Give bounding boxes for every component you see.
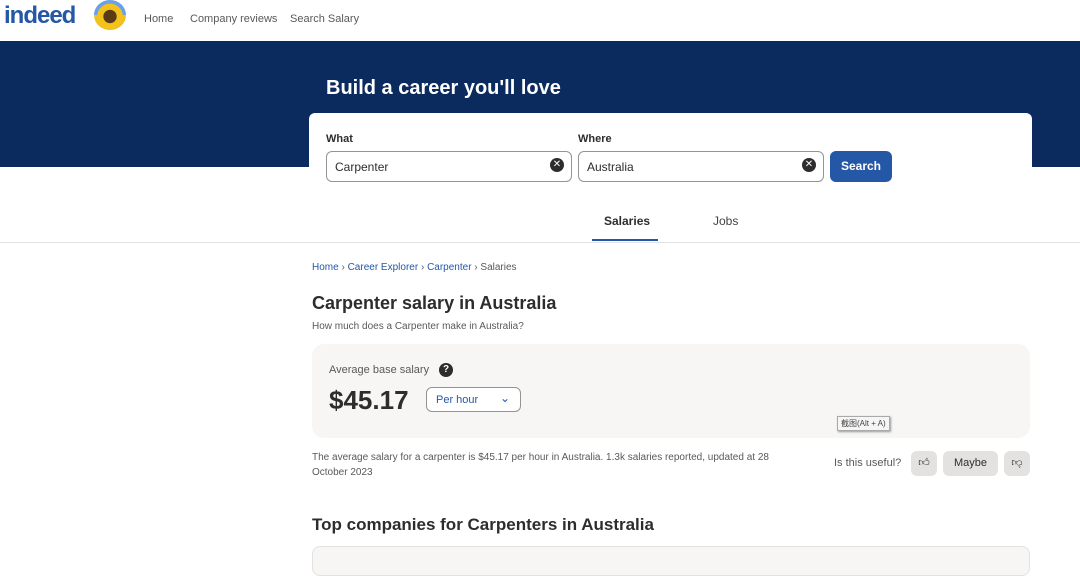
breadcrumb-salaries: Salaries [480, 262, 517, 273]
nav-search-salary[interactable]: Search Salary [290, 13, 359, 25]
divider [0, 242, 1080, 243]
page-subtitle: How much does a Carpenter make in Austra… [312, 321, 524, 332]
help-icon[interactable]: ? [439, 363, 453, 377]
thumbs-down-icon: 👎︎ [1011, 457, 1023, 469]
thumbs-up-button[interactable]: 👍︎ [911, 451, 937, 476]
chevron-down-icon: ⌄ [499, 391, 510, 405]
period-select[interactable]: Per hour ⌄ [426, 387, 521, 412]
breadcrumb-home[interactable]: Home [312, 262, 339, 273]
breadcrumb-career-explorer[interactable]: Career Explorer [348, 262, 419, 273]
hero-title: Build a career you'll love [326, 77, 561, 99]
sunflower-icon [94, 0, 126, 30]
clear-where-icon[interactable]: ✕ [802, 158, 816, 172]
salary-card [312, 344, 1030, 438]
clear-what-icon[interactable]: ✕ [550, 158, 564, 172]
screenshot-tooltip: 截图(Alt + A) [837, 416, 890, 431]
tab-salaries[interactable]: Salaries [604, 214, 650, 228]
where-input[interactable]: Australia [578, 151, 824, 182]
what-label: What [326, 133, 353, 145]
nav-home[interactable]: Home [144, 13, 173, 25]
companies-card [312, 546, 1030, 576]
active-tab-indicator [592, 239, 658, 241]
search-button[interactable]: Search [830, 151, 892, 182]
nav-company-reviews[interactable]: Company reviews [190, 13, 277, 25]
what-input[interactable]: Carpenter [326, 151, 572, 182]
page-title: Carpenter salary in Australia [312, 293, 557, 313]
section-title: Top companies for Carpenters in Australi… [312, 515, 654, 534]
salary-note: The average salary for a carpenter is $4… [312, 452, 769, 478]
where-label: Where [578, 133, 612, 145]
period-value: Per hour [436, 394, 479, 406]
salary-amount: $45.17 [329, 385, 409, 415]
breadcrumb-carpenter[interactable]: Carpenter [427, 262, 471, 273]
useful-question: Is this useful? [834, 457, 902, 469]
thumbs-down-button[interactable]: 👎︎ [1004, 451, 1030, 476]
breadcrumb: Home › Career Explorer › Carpenter › Sal… [312, 262, 517, 273]
tab-jobs[interactable]: Jobs [713, 214, 738, 228]
salary-label: Average base salary [329, 364, 430, 376]
indeed-logo[interactable]: indeed [4, 2, 76, 30]
maybe-button[interactable]: Maybe [943, 451, 998, 476]
thumbs-up-icon: 👍︎ [918, 457, 930, 469]
